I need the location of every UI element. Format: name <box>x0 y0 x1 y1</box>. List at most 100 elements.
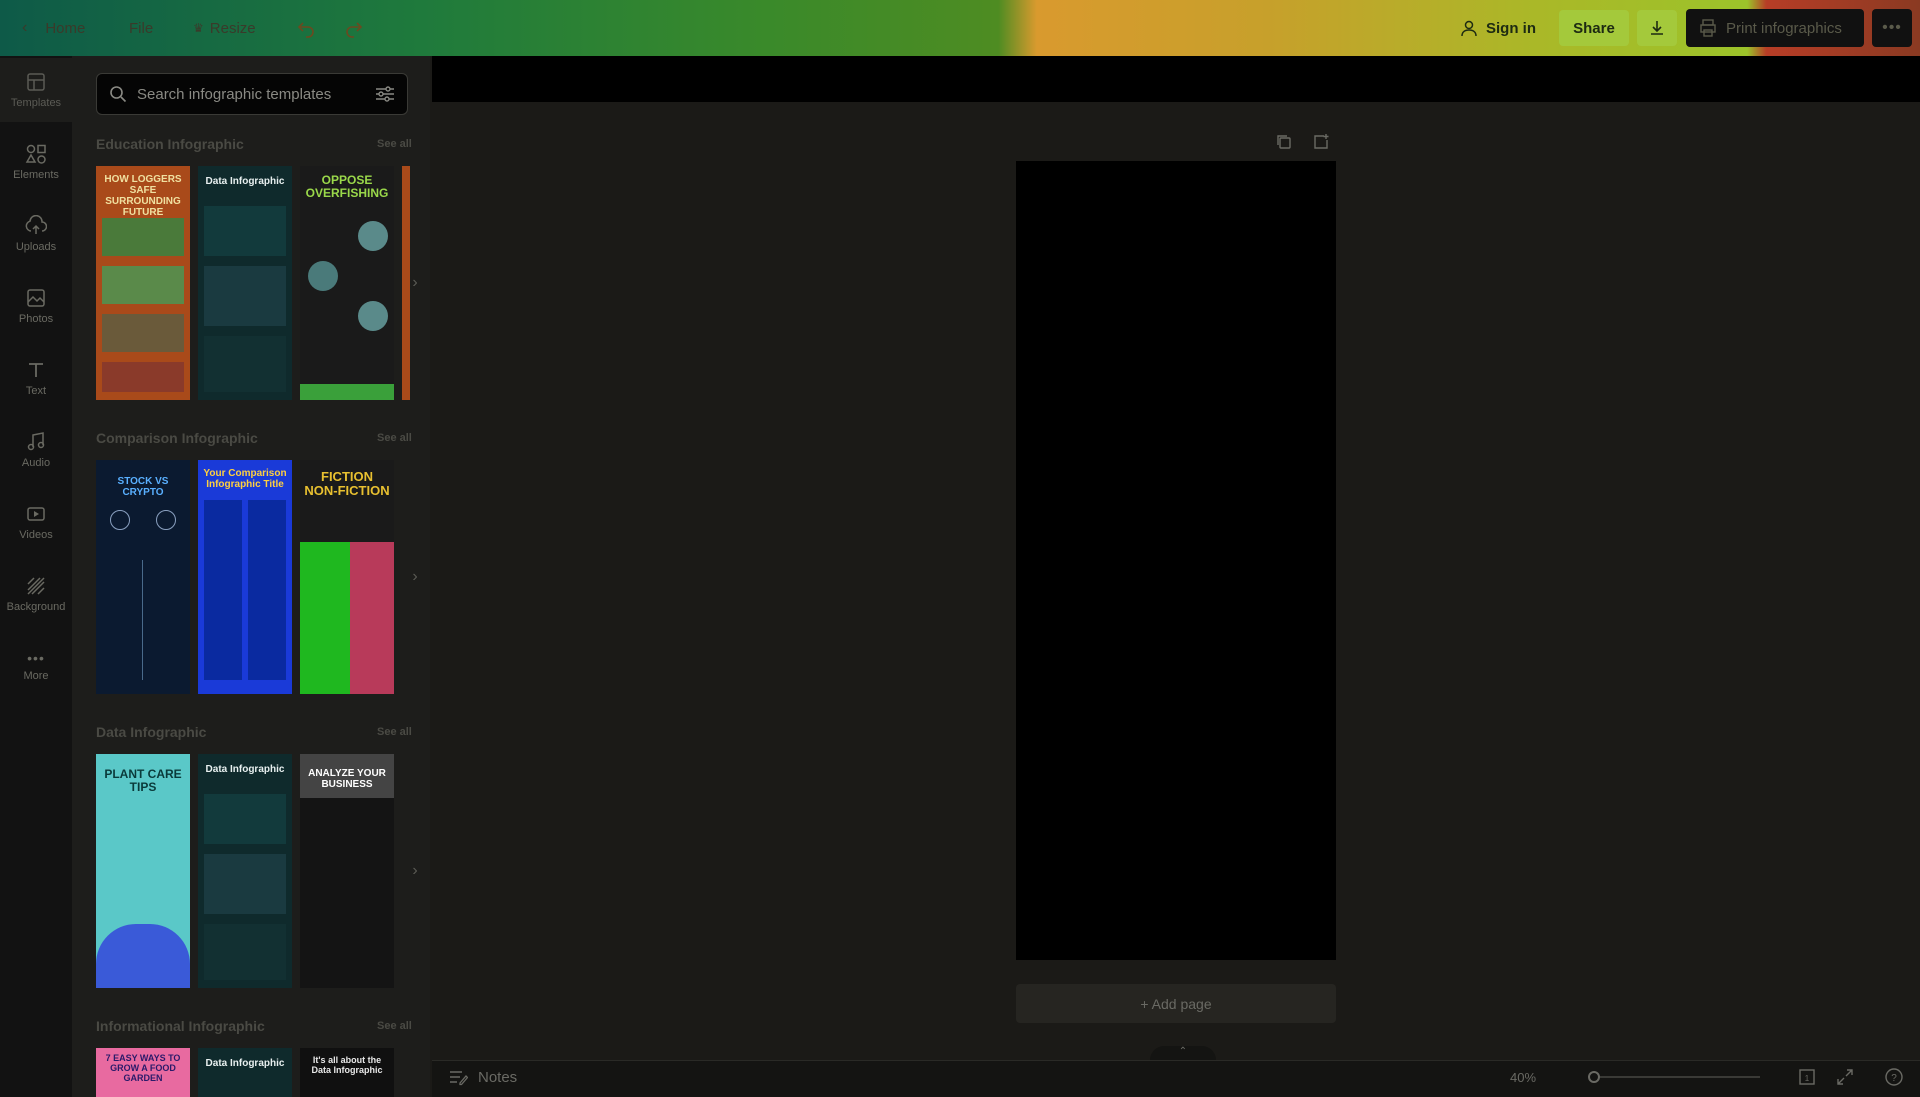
rail-uploads[interactable]: Uploads <box>0 202 72 266</box>
thumbnail-image <box>358 301 388 331</box>
more-icon: ••• <box>27 650 45 666</box>
rail-text[interactable]: Text <box>0 346 72 410</box>
thumbnail-title: ANALYZE YOUR BUSINESS <box>308 768 386 790</box>
thumbnail-title: It's all about the Data Infographic <box>311 1055 383 1075</box>
duplicate-page-button[interactable] <box>1275 133 1295 153</box>
thumbnail-image <box>358 221 388 251</box>
template-thumbnail[interactable]: HOW LOGGERS SAFE SURROUNDING FUTURE <box>96 166 190 400</box>
more-options-button[interactable]: ••• <box>1872 9 1912 47</box>
resize-button[interactable]: ♛ Resize <box>193 12 256 44</box>
canvas-context-toolbar <box>432 56 1920 102</box>
fullscreen-button[interactable] <box>1835 1067 1857 1089</box>
thumbnail-image <box>204 794 286 844</box>
thumbnail-title: 7 EASY WAYS TO GROW A FOOD GARDEN <box>105 1053 181 1083</box>
rail-photos[interactable]: Photos <box>0 274 72 338</box>
add-page-icon-button[interactable] <box>1312 133 1332 153</box>
thumbnail-image <box>110 510 130 530</box>
help-button[interactable]: ? <box>1884 1067 1906 1089</box>
chevron-up-icon: ⌃ <box>1178 1046 1188 1057</box>
add-page-button[interactable]: + Add page <box>1016 984 1336 1023</box>
download-button[interactable] <box>1637 10 1677 46</box>
scroll-right-arrow[interactable]: › <box>405 562 425 592</box>
scroll-right-arrow[interactable]: › <box>405 856 425 886</box>
filter-icon[interactable] <box>375 85 395 103</box>
file-menu-button[interactable]: File <box>129 12 153 44</box>
section-title: Data Infographic <box>96 724 207 740</box>
undo-button[interactable] <box>296 12 316 44</box>
scroll-right-arrow[interactable]: › <box>405 268 425 298</box>
template-thumbnail[interactable]: PLANT CARE TIPS <box>96 754 190 988</box>
thumbnail-image <box>204 500 242 680</box>
text-icon <box>29 363 43 377</box>
photos-icon <box>27 289 45 307</box>
template-thumbnail[interactable]: Data Infographic <box>198 1048 292 1097</box>
duplicate-icon <box>1277 135 1291 149</box>
section-title: Informational Infographic <box>96 1018 265 1034</box>
rail-background[interactable]: Background <box>0 562 72 626</box>
template-thumbnail[interactable]: 7 EASY WAYS TO GROW A FOOD GARDEN <box>96 1048 190 1097</box>
fullscreen-icon <box>1837 1069 1853 1085</box>
home-label: Home <box>45 19 86 37</box>
svg-text:1: 1 <box>1805 1074 1810 1083</box>
rail-label: Elements <box>13 169 59 181</box>
rail-label: Text <box>25 385 47 397</box>
undo-icon <box>297 22 314 38</box>
see-all-link[interactable]: See all <box>377 1020 412 1032</box>
template-thumbnail[interactable]: ANALYZE YOUR BUSINESS <box>300 754 394 988</box>
svg-text:?: ? <box>1891 1073 1897 1084</box>
search-icon <box>110 86 127 103</box>
thumbnail-image <box>96 924 190 988</box>
rail-label: Videos <box>19 529 53 541</box>
show-pages-button[interactable]: ⌃ <box>1150 1046 1216 1060</box>
side-rail: Templates Elements Uploads Photos Text A… <box>0 56 72 1097</box>
design-page[interactable] <box>1016 161 1336 960</box>
rail-audio[interactable]: Audio <box>0 418 72 482</box>
template-thumbnail[interactable]: It's all about the Data Infographic <box>300 1048 394 1097</box>
thumbnail-footer <box>300 384 394 400</box>
rail-label: Background <box>6 601 66 613</box>
print-infographics-button[interactable]: Print infographics <box>1686 9 1864 47</box>
zoom-percentage[interactable]: 40% <box>1510 1070 1536 1085</box>
thumbnail-image <box>204 206 286 256</box>
page-icon: 1 <box>1799 1069 1815 1085</box>
see-all-link[interactable]: See all <box>377 432 412 444</box>
thumbnail-title: HOW LOGGERS SAFE SURROUNDING FUTURE <box>104 174 182 218</box>
thumbnail-divider <box>142 560 143 680</box>
zoom-slider[interactable] <box>1590 1076 1760 1078</box>
template-thumbnail[interactable]: OPPOSE OVERFISHING <box>300 166 394 400</box>
uploads-icon <box>25 215 47 234</box>
rail-videos[interactable]: Videos <box>0 490 72 554</box>
print-label: Print infographics <box>1726 19 1842 37</box>
template-thumbnail[interactable]: STOCK VS CRYPTO <box>96 460 190 694</box>
thumbnail-title: OPPOSE OVERFISHING <box>305 173 389 201</box>
bottom-bar <box>432 1060 1920 1097</box>
sign-in-label: Sign in <box>1486 19 1536 37</box>
see-all-link[interactable]: See all <box>377 138 412 150</box>
thumbnail-title: Data Infographic <box>205 176 285 187</box>
template-thumbnail[interactable]: Your Comparison Infographic Title <box>198 460 292 694</box>
help-icon: ? <box>1885 1068 1903 1086</box>
audio-icon <box>27 432 45 451</box>
thumbnail-image <box>102 218 184 256</box>
template-thumbnail[interactable]: Data Infographic <box>198 166 292 400</box>
template-thumbnail[interactable]: Data Infographic <box>198 754 292 988</box>
thumbnail-image <box>204 854 286 914</box>
printer-icon <box>1700 19 1716 37</box>
rail-label: Uploads <box>15 241 57 253</box>
zoom-slider-handle[interactable] <box>1588 1071 1600 1083</box>
thumbnail-title: Your Comparison Infographic Title <box>203 468 287 490</box>
rail-templates[interactable]: Templates <box>0 58 72 122</box>
sign-in-button[interactable]: Sign in <box>1460 12 1536 44</box>
thumbnail-image <box>248 500 286 680</box>
rail-elements[interactable]: Elements <box>0 130 72 194</box>
redo-button[interactable] <box>344 12 364 44</box>
notes-button[interactable]: Notes <box>448 1068 517 1086</box>
user-icon <box>1461 20 1477 37</box>
template-thumbnail[interactable]: FICTION NON-FICTION <box>300 460 394 694</box>
see-all-link[interactable]: See all <box>377 726 412 738</box>
rail-more[interactable]: ••• More <box>0 634 72 698</box>
search-input[interactable] <box>137 85 365 103</box>
share-button[interactable]: Share <box>1559 10 1629 46</box>
home-button[interactable]: ‹ Home <box>22 12 85 44</box>
page-view-button[interactable]: 1 <box>1797 1067 1819 1089</box>
